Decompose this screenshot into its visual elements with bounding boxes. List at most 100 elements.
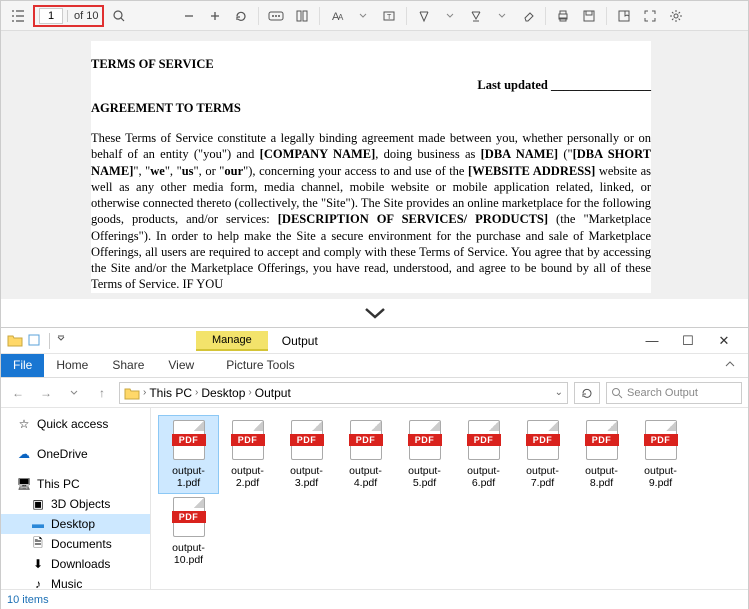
- document-icon: 🗎: [31, 537, 45, 551]
- file-item[interactable]: PDFoutput-2.pdf: [218, 416, 277, 493]
- pdf-page: TERMS OF SERVICE Last updated __________…: [91, 41, 651, 293]
- file-item[interactable]: PDFoutput-4.pdf: [336, 416, 395, 493]
- pdf-file-icon: PDF: [170, 497, 208, 541]
- print-icon[interactable]: [552, 5, 574, 27]
- pdf-file-icon: PDF: [229, 420, 267, 464]
- nav-music[interactable]: ♪Music: [1, 574, 150, 589]
- search-icon[interactable]: [108, 5, 130, 27]
- address-bar: ← → ↑ › This PC › Desktop › Output ⌄ Sea…: [1, 378, 748, 408]
- save-icon[interactable]: [578, 5, 600, 27]
- file-label: output-5.pdf: [397, 466, 453, 489]
- pdf-file-icon: PDF: [524, 420, 562, 464]
- nav-thispc[interactable]: 🖥This PC: [1, 474, 150, 494]
- file-item[interactable]: PDFoutput-9.pdf: [631, 416, 690, 493]
- file-label: output-3.pdf: [279, 466, 335, 489]
- chevron-down-icon[interactable]: [352, 5, 374, 27]
- file-label: output-1.pdf: [161, 466, 217, 489]
- nav-desktop[interactable]: ▬Desktop: [1, 514, 150, 534]
- pdf-file-icon: PDF: [347, 420, 385, 464]
- file-label: output-8.pdf: [574, 466, 630, 489]
- svg-text:T: T: [387, 14, 392, 21]
- settings-icon[interactable]: [665, 5, 687, 27]
- tab-manage[interactable]: Manage: [196, 331, 268, 351]
- pdf-content-area[interactable]: TERMS OF SERVICE Last updated __________…: [1, 31, 748, 299]
- breadcrumb-dropdown-icon[interactable]: ⌄: [555, 387, 563, 398]
- recent-dropdown[interactable]: [63, 382, 85, 404]
- music-icon: ♪: [31, 577, 45, 589]
- ribbon-share[interactable]: Share: [100, 354, 156, 377]
- pdf-file-icon: PDF: [406, 420, 444, 464]
- minimize-button[interactable]: —: [634, 330, 670, 352]
- file-item[interactable]: PDFoutput-1.pdf: [159, 416, 218, 493]
- nav-onedrive[interactable]: ☁OneDrive: [1, 444, 150, 464]
- breadcrumb-thispc[interactable]: This PC: [149, 386, 192, 400]
- file-item[interactable]: PDFoutput-5.pdf: [395, 416, 454, 493]
- doc-heading-2: AGREEMENT TO TERMS: [91, 101, 651, 116]
- title-bar: Manage Output — ☐ ✕: [1, 328, 748, 354]
- refresh-button[interactable]: [574, 382, 600, 404]
- file-item[interactable]: PDFoutput-6.pdf: [454, 416, 513, 493]
- status-bar: 10 items: [1, 589, 748, 609]
- bookmark-icon[interactable]: [613, 5, 635, 27]
- search-input[interactable]: Search Output: [606, 382, 742, 404]
- nav-pane: ☆Quick access ☁OneDrive 🖥This PC ▣3D Obj…: [1, 408, 151, 589]
- select-icon[interactable]: [27, 333, 43, 349]
- file-item[interactable]: PDFoutput-8.pdf: [572, 416, 631, 493]
- page-layout-icon[interactable]: [291, 5, 313, 27]
- fit-width-icon[interactable]: [265, 5, 287, 27]
- forward-button[interactable]: →: [35, 382, 57, 404]
- page-total: of 10: [67, 10, 98, 22]
- maximize-button[interactable]: ☐: [670, 330, 706, 352]
- ribbon-view[interactable]: View: [156, 354, 206, 377]
- rotate-icon[interactable]: [230, 5, 252, 27]
- up-button[interactable]: ↑: [91, 382, 113, 404]
- search-placeholder: Search Output: [627, 387, 698, 399]
- search-icon: [611, 387, 623, 399]
- file-grid[interactable]: PDFoutput-1.pdfPDFoutput-2.pdfPDFoutput-…: [151, 408, 748, 589]
- file-label: output-2.pdf: [220, 466, 276, 489]
- outline-icon[interactable]: [7, 5, 29, 27]
- file-label: output-6.pdf: [456, 466, 512, 489]
- ribbon: File Home Share View Picture Tools: [1, 354, 748, 378]
- folder-icon: [7, 333, 23, 349]
- nav-downloads[interactable]: ⬇Downloads: [1, 554, 150, 574]
- qat-dropdown-icon[interactable]: [56, 333, 72, 349]
- zoom-out-icon[interactable]: [178, 5, 200, 27]
- ribbon-home[interactable]: Home: [44, 354, 100, 377]
- file-item[interactable]: PDFoutput-3.pdf: [277, 416, 336, 493]
- file-item[interactable]: PDFoutput-10.pdf: [159, 493, 218, 570]
- doc-heading-1: TERMS OF SERVICE: [91, 57, 651, 72]
- pdf-file-icon: PDF: [583, 420, 621, 464]
- download-icon: ⬇: [31, 557, 45, 571]
- zoom-in-icon[interactable]: [204, 5, 226, 27]
- ribbon-picture-tools[interactable]: Picture Tools: [214, 354, 306, 377]
- file-label: output-4.pdf: [338, 466, 394, 489]
- text-box-icon[interactable]: T: [378, 5, 400, 27]
- eraser-icon[interactable]: [517, 5, 539, 27]
- collapse-chevron[interactable]: [1, 299, 748, 327]
- breadcrumb-output[interactable]: Output: [255, 386, 291, 400]
- underline-icon[interactable]: [465, 5, 487, 27]
- breadcrumb[interactable]: › This PC › Desktop › Output ⌄: [119, 382, 568, 404]
- status-item-count: 10 items: [7, 594, 49, 606]
- pdf-toolbar: of 10 AA T: [1, 1, 748, 31]
- page-input[interactable]: [39, 8, 63, 24]
- close-button[interactable]: ✕: [706, 330, 742, 352]
- highlight-icon[interactable]: [413, 5, 435, 27]
- fullscreen-icon[interactable]: [639, 5, 661, 27]
- chevron-down-icon[interactable]: [439, 5, 461, 27]
- ribbon-file[interactable]: File: [1, 354, 44, 377]
- chevron-down-icon[interactable]: [491, 5, 513, 27]
- doc-body: These Terms of Service constitute a lega…: [91, 130, 651, 293]
- file-label: output-9.pdf: [633, 466, 689, 489]
- nav-3dobjects[interactable]: ▣3D Objects: [1, 494, 150, 514]
- breadcrumb-desktop[interactable]: Desktop: [201, 386, 245, 400]
- file-explorer: Manage Output — ☐ ✕ File Home Share View…: [1, 327, 748, 609]
- back-button[interactable]: ←: [7, 382, 29, 404]
- text-tool-icon[interactable]: AA: [326, 5, 348, 27]
- star-icon: ☆: [17, 417, 31, 431]
- nav-quick-access[interactable]: ☆Quick access: [1, 414, 150, 434]
- ribbon-collapse-icon[interactable]: [712, 354, 748, 377]
- nav-documents[interactable]: 🗎Documents: [1, 534, 150, 554]
- file-item[interactable]: PDFoutput-7.pdf: [513, 416, 572, 493]
